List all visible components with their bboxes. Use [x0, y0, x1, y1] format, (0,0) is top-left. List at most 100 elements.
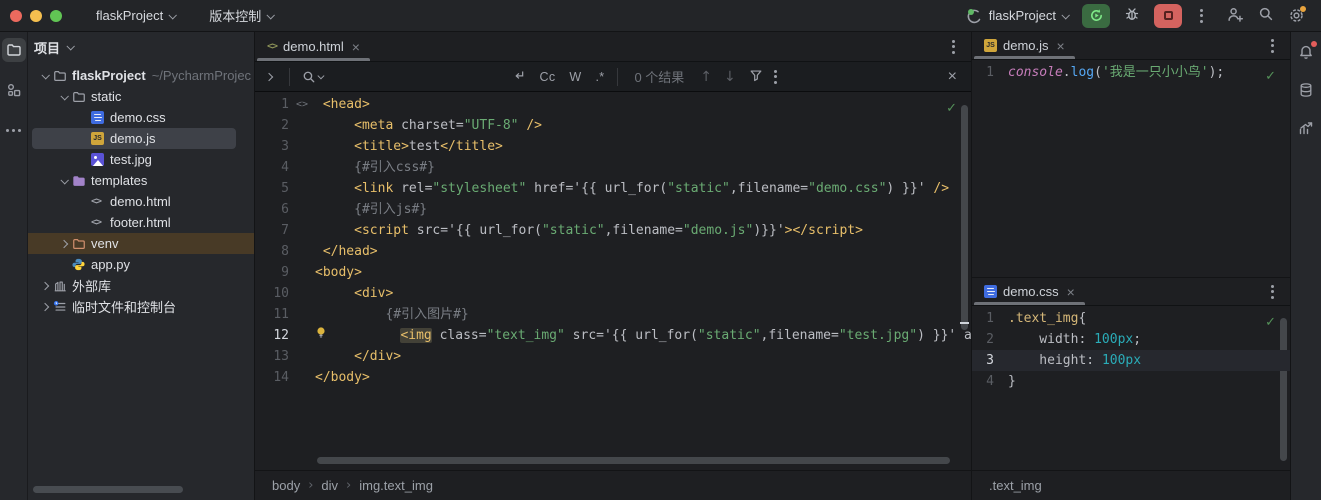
tree-item-临时文件和控制台[interactable]: 临时文件和控制台 [28, 296, 254, 317]
editor-horizontal-scrollbar[interactable] [317, 457, 950, 464]
tab-demo-js[interactable]: JS demo.js × [972, 32, 1077, 59]
gutter-icon-slot [289, 304, 315, 325]
previous-occurrence-button[interactable]: ↑ [694, 69, 718, 85]
tree-item-static[interactable]: static [28, 86, 254, 107]
collapse-chevron-icon[interactable] [56, 178, 72, 184]
collapse-chevron-icon[interactable] [56, 94, 72, 100]
code-with-me-button[interactable] [1227, 6, 1244, 26]
editor-gutter[interactable]: 1 [972, 308, 1008, 329]
notifications-button[interactable] [1294, 40, 1318, 64]
expand-chevron-icon[interactable] [37, 304, 53, 310]
editor-gutter[interactable]: 3 [972, 350, 1008, 371]
expand-find-icon[interactable] [255, 74, 283, 80]
tree-item-templates[interactable]: templates [28, 170, 254, 191]
editor-gutter[interactable]: 14 [255, 367, 315, 388]
breadcrumb-item[interactable]: img.text_img [359, 478, 433, 493]
code-token: '{{ url_for( [573, 181, 667, 196]
run-configuration-selector[interactable]: flaskProject [967, 8, 1068, 24]
editor-gutter[interactable]: 8 [255, 241, 315, 262]
regex-button[interactable]: .* [589, 70, 612, 84]
search-everywhere-button[interactable] [1258, 6, 1274, 25]
filter-search-button[interactable] [742, 68, 770, 85]
match-case-button[interactable]: Cc [533, 70, 563, 84]
editor-gutter[interactable]: 7 [255, 220, 315, 241]
css-code-area[interactable]: ✓ 1.text_img{2 width: 100px;3 height: 10… [972, 306, 1290, 470]
gutter-icon-slot [289, 325, 315, 346]
next-occurrence-button[interactable]: ↓ [718, 69, 742, 85]
intention-bulb-icon[interactable] [315, 326, 328, 339]
code-token: 100px [1102, 353, 1141, 368]
tree-item-外部库[interactable]: 外部库 [28, 275, 254, 296]
editor-options-menu[interactable] [1267, 281, 1278, 303]
close-icon[interactable]: × [1055, 39, 1067, 53]
project-menu[interactable]: flaskProject [96, 8, 175, 23]
tab-underline [974, 302, 1085, 305]
editor-options-menu[interactable] [1267, 35, 1278, 57]
editor-gutter[interactable]: 5 [255, 178, 315, 199]
rerun-button[interactable] [1082, 4, 1110, 28]
newline-button[interactable] [505, 69, 533, 85]
close-window-button[interactable] [10, 10, 22, 22]
editor-gutter[interactable]: 2 [255, 115, 315, 136]
search-input[interactable] [329, 69, 505, 84]
code-token: charset= [401, 118, 464, 133]
code-token: class= [440, 328, 487, 343]
words-button[interactable]: W [562, 70, 588, 84]
editor-gutter[interactable]: 4 [972, 371, 1008, 392]
editor-gutter[interactable]: 1<> [255, 94, 315, 115]
js-code-area[interactable]: ✓ 1console.log('我是一只小小鸟'); [972, 60, 1290, 277]
tree-item-venv[interactable]: venv [28, 233, 254, 254]
tab-demo-html[interactable]: <> demo.html × [255, 32, 372, 61]
search-options-menu[interactable] [770, 66, 781, 88]
breadcrumb-separator: › [346, 478, 351, 493]
structure-tool-button[interactable] [2, 78, 26, 102]
breadcrumb-item[interactable]: body [272, 478, 300, 493]
editor-gutter[interactable]: 12 [255, 325, 315, 346]
editor-gutter[interactable]: 1 [972, 62, 1008, 83]
editor-gutter[interactable]: 4 [255, 157, 315, 178]
expand-chevron-icon[interactable] [37, 283, 53, 289]
tree-item-demo.css[interactable]: demo.css [28, 107, 254, 128]
profiler-tool-button[interactable] [1294, 116, 1318, 140]
editor-gutter[interactable]: 11 [255, 304, 315, 325]
settings-button[interactable] [1288, 7, 1305, 24]
code-token [432, 328, 440, 343]
search-mode-button[interactable] [296, 70, 329, 84]
gutter-icon-slot [994, 350, 1008, 371]
code-token: "demo.css" [808, 181, 886, 196]
editor-gutter[interactable]: 2 [972, 329, 1008, 350]
close-icon[interactable]: × [350, 40, 362, 54]
breadcrumb-item[interactable]: div [321, 478, 338, 493]
editor-gutter[interactable]: 9 [255, 262, 315, 283]
close-icon[interactable]: × [1065, 285, 1077, 299]
project-panel-header[interactable]: 项目 [28, 32, 254, 62]
more-actions-menu[interactable] [1196, 5, 1207, 27]
gutter-icon-slot [289, 283, 315, 304]
expand-chevron-icon[interactable] [56, 241, 72, 247]
editor-options-menu[interactable] [948, 36, 959, 58]
minimize-window-button[interactable] [30, 10, 42, 22]
main-code-area[interactable]: ✓ 1<> <head>2 <meta charset="UTF-8" />3 … [255, 92, 971, 470]
tree-item-footer.html[interactable]: <>footer.html [28, 212, 254, 233]
breadcrumb-item[interactable]: .text_img [989, 478, 1042, 493]
close-search-icon[interactable]: × [948, 68, 957, 86]
vcs-menu[interactable]: 版本控制 [209, 6, 273, 25]
editor-gutter[interactable]: 3 [255, 136, 315, 157]
tab-demo-css[interactable]: demo.css × [972, 278, 1087, 305]
tree-item-test.jpg[interactable]: test.jpg [28, 149, 254, 170]
project-tool-button[interactable] [2, 38, 26, 62]
tree-item-demo.js[interactable]: JSdemo.js [28, 128, 254, 149]
collapse-chevron-icon[interactable] [37, 73, 53, 79]
editor-gutter[interactable]: 13 [255, 346, 315, 367]
more-tool-windows-button[interactable] [2, 118, 26, 142]
database-tool-button[interactable] [1294, 78, 1318, 102]
tree-item-flaskProject[interactable]: flaskProject~/PycharmProjec [28, 65, 254, 86]
tree-item-app.py[interactable]: app.py [28, 254, 254, 275]
zoom-window-button[interactable] [50, 10, 62, 22]
debug-button[interactable] [1124, 6, 1140, 25]
editor-gutter[interactable]: 6 [255, 199, 315, 220]
project-horizontal-scrollbar[interactable] [33, 486, 183, 493]
tree-item-demo.html[interactable]: <>demo.html [28, 191, 254, 212]
editor-gutter[interactable]: 10 [255, 283, 315, 304]
stop-button[interactable] [1154, 4, 1182, 28]
